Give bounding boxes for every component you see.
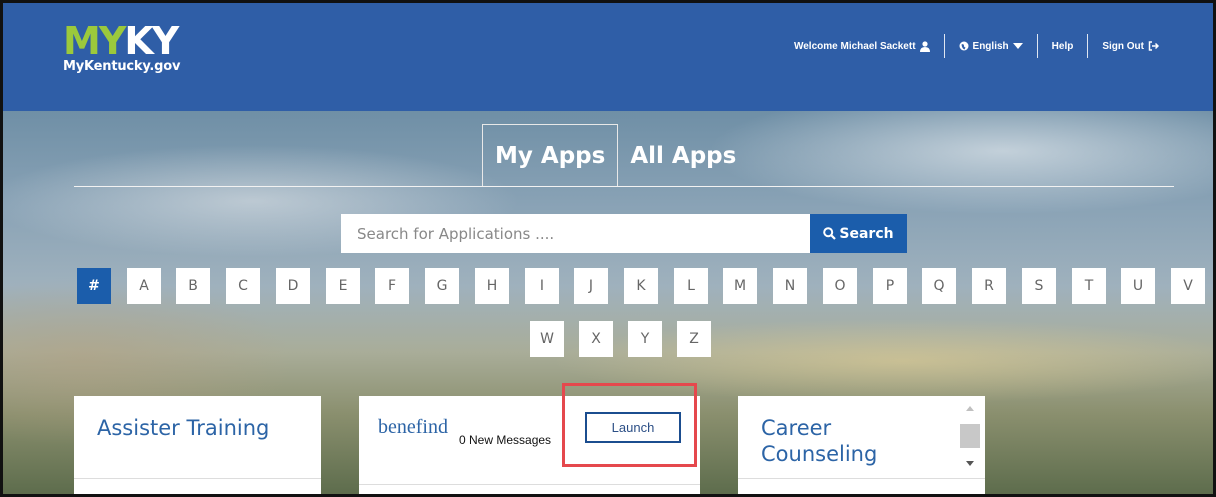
letter-filter-a[interactable]: A — [127, 268, 161, 304]
letter-filter-t[interactable]: T — [1072, 268, 1106, 304]
letter-filter-g[interactable]: G — [425, 268, 459, 304]
header: MYKY MyKentucky.gov Welcome Michael Sack… — [3, 3, 1213, 111]
help-link[interactable]: Help — [1038, 41, 1088, 52]
sign-out-icon — [1148, 41, 1159, 51]
scrollbar-thumb[interactable] — [960, 424, 980, 448]
app-tabs: My Apps All Apps — [482, 124, 748, 187]
letter-filter-b[interactable]: B — [176, 268, 210, 304]
user-icon — [919, 40, 930, 52]
letter-filter-v[interactable]: V — [1171, 268, 1205, 304]
letter-filter-o[interactable]: O — [823, 268, 857, 304]
app-card-benefind: benefind 0 New Messages Launch — [359, 396, 700, 494]
mykentucky-logo[interactable]: MYKY MyKentucky.gov — [63, 22, 181, 74]
letter-filter-x[interactable]: X — [579, 321, 613, 357]
letter-filter-hash[interactable]: # — [77, 268, 111, 304]
letter-filter-e[interactable]: E — [326, 268, 360, 304]
letter-filter-k[interactable]: K — [624, 268, 658, 304]
letter-filter-z[interactable]: Z — [677, 321, 711, 357]
language-dropdown[interactable]: English — [945, 41, 1037, 52]
letter-filter-r[interactable]: R — [972, 268, 1006, 304]
letter-filter-n[interactable]: N — [773, 268, 807, 304]
logo-mark: MYKY — [63, 22, 180, 60]
letter-filter-y[interactable]: Y — [628, 321, 662, 357]
logo-my: MY — [63, 19, 126, 63]
globe-icon — [959, 41, 969, 51]
letter-filter-m[interactable]: M — [723, 268, 757, 304]
help-label: Help — [1051, 40, 1074, 52]
letter-filter-d[interactable]: D — [276, 268, 310, 304]
search-input[interactable] — [341, 214, 810, 253]
letter-filter-c[interactable]: C — [226, 268, 260, 304]
card-title-line2: Counseling — [761, 442, 878, 466]
letter-filter-u[interactable]: U — [1121, 268, 1155, 304]
scroll-down-icon — [966, 461, 974, 466]
benefind-logo: benefind — [378, 416, 448, 438]
letter-filter-i[interactable]: I — [525, 268, 559, 304]
letter-filter-l[interactable]: L — [674, 268, 708, 304]
tab-all-apps[interactable]: All Apps — [618, 124, 748, 187]
search-button-label: Search — [839, 225, 894, 242]
language-label: English — [972, 40, 1009, 52]
letter-filter-s[interactable]: S — [1022, 268, 1056, 304]
card-title: Assister Training — [97, 416, 270, 440]
card-divider — [74, 478, 321, 479]
welcome-text: Welcome Michael Sackett — [793, 40, 916, 52]
letter-filter-h[interactable]: H — [475, 268, 509, 304]
logo-ky: KY — [124, 19, 179, 63]
welcome-user-link[interactable]: Welcome Michael Sackett — [780, 41, 944, 52]
letter-filter-j[interactable]: J — [574, 268, 608, 304]
page-frame: MYKY MyKentucky.gov Welcome Michael Sack… — [0, 0, 1216, 497]
top-nav: Welcome Michael Sackett English Help Sig… — [780, 34, 1173, 58]
logo-subtitle: MyKentucky.gov — [63, 59, 181, 74]
scroll-up-icon — [966, 406, 974, 411]
letter-filter-w[interactable]: W — [530, 321, 564, 357]
card-divider — [359, 484, 700, 485]
card-divider — [738, 478, 985, 479]
app-card-assister-training[interactable]: Assister Training — [74, 396, 321, 494]
search-button[interactable]: Search — [810, 214, 907, 253]
letter-filter-f[interactable]: F — [375, 268, 409, 304]
tab-underline — [74, 186, 1174, 187]
app-card-career-counseling[interactable]: Career Counseling — [738, 396, 985, 494]
tab-my-apps[interactable]: My Apps — [482, 124, 619, 187]
new-messages-count: 0 New Messages — [459, 433, 552, 447]
card-title-line1: Career — [761, 416, 832, 440]
caret-down-icon — [1012, 43, 1023, 49]
launch-button[interactable]: Launch — [585, 412, 681, 443]
search-icon — [823, 227, 837, 240]
sign-out-label: Sign Out — [1102, 40, 1144, 52]
letter-filter-q[interactable]: Q — [922, 268, 956, 304]
sign-out-link[interactable]: Sign Out — [1088, 41, 1173, 52]
letter-filter-p[interactable]: P — [873, 268, 907, 304]
